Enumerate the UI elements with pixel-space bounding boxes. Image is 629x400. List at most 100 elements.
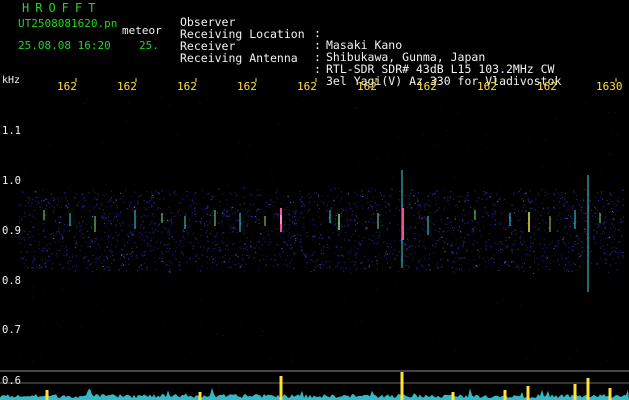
noise-speck bbox=[49, 207, 50, 208]
noise-speck bbox=[18, 357, 20, 359]
noise-speck bbox=[545, 283, 547, 284]
noise-speck bbox=[478, 229, 480, 231]
noise-speck bbox=[213, 195, 215, 197]
noise-speck bbox=[556, 118, 558, 120]
noise-speck bbox=[355, 107, 356, 109]
noise-speck bbox=[340, 288, 342, 290]
noise-speck bbox=[169, 104, 171, 106]
signal-level-strip bbox=[0, 387, 629, 400]
noise-speck bbox=[493, 232, 495, 234]
noise-speck bbox=[202, 121, 204, 123]
noise-speck bbox=[59, 325, 61, 327]
signal-peak bbox=[400, 372, 404, 400]
noise-speck bbox=[103, 256, 104, 258]
noise-speck bbox=[262, 330, 264, 332]
noise-speck bbox=[169, 178, 171, 180]
noise-speck bbox=[589, 227, 590, 228]
noise-speck bbox=[617, 149, 619, 150]
noise-speck bbox=[325, 129, 327, 131]
noise-speck bbox=[99, 273, 101, 274]
noise-band bbox=[18, 187, 625, 274]
noise-speck bbox=[445, 283, 447, 285]
noise-speck bbox=[163, 320, 165, 322]
noise-speck bbox=[612, 336, 613, 338]
noise-speck bbox=[429, 260, 431, 262]
noise-speck bbox=[621, 281, 622, 283]
noise-speck bbox=[502, 292, 504, 294]
noise-speck bbox=[520, 304, 522, 306]
noise-speck bbox=[90, 344, 92, 346]
noise-speck bbox=[28, 131, 30, 133]
noise-speck bbox=[334, 252, 335, 254]
noise-speck bbox=[153, 216, 155, 218]
noise-speck bbox=[609, 176, 611, 178]
noise-speck bbox=[523, 244, 525, 246]
noise-speck bbox=[57, 322, 59, 324]
noise-speck bbox=[222, 335, 224, 336]
noise-speck bbox=[353, 280, 355, 282]
noise-speck bbox=[128, 102, 129, 104]
signal-peak bbox=[573, 384, 577, 400]
noise-speck bbox=[604, 276, 606, 278]
noise-speck bbox=[93, 170, 95, 171]
noise-speck bbox=[607, 111, 609, 113]
noise-speck bbox=[83, 102, 85, 104]
noise-speck bbox=[524, 244, 526, 246]
noise-speck bbox=[558, 325, 560, 327]
noise-speck bbox=[316, 228, 318, 230]
y-tick-label: 0.6 bbox=[2, 375, 21, 387]
hrofft-screen: HROFFT UT2508081620.pn meteor 25.08.08 1… bbox=[0, 0, 629, 400]
noise-speck bbox=[241, 264, 243, 266]
noise-speck bbox=[428, 206, 430, 208]
noise-speck bbox=[276, 201, 278, 203]
y-tick-label: 0.9 bbox=[2, 225, 21, 237]
noise-speck bbox=[590, 220, 592, 222]
noise-speck bbox=[37, 214, 38, 216]
noise-speck bbox=[316, 281, 318, 283]
noise-speck bbox=[308, 222, 310, 224]
noise-speck bbox=[407, 192, 409, 194]
noise-speck bbox=[212, 267, 214, 269]
noise-speck bbox=[290, 359, 292, 361]
noise-speck bbox=[398, 136, 400, 138]
noise-speck bbox=[183, 193, 185, 195]
noise-speck bbox=[132, 251, 134, 253]
noise-speck bbox=[375, 287, 377, 289]
noise-speck bbox=[161, 141, 163, 143]
noise-speck bbox=[251, 232, 253, 234]
noise-speck bbox=[432, 301, 434, 303]
x-tick-label: 162 bbox=[177, 80, 197, 93]
x-tick-label: 162 bbox=[477, 80, 497, 93]
noise-speck bbox=[600, 290, 602, 292]
noise-speck bbox=[32, 286, 34, 288]
noise-speck bbox=[308, 260, 310, 262]
noise-speck bbox=[32, 290, 34, 292]
y-axis-unit: kHz bbox=[2, 75, 21, 86]
noise-speck bbox=[171, 224, 173, 226]
noise-speck bbox=[429, 285, 431, 287]
noise-speck bbox=[62, 288, 64, 290]
noise-speck bbox=[91, 257, 93, 259]
noise-speck bbox=[287, 270, 289, 272]
noise-speck bbox=[540, 282, 542, 284]
noise-speck bbox=[41, 130, 43, 132]
noise-speck bbox=[245, 346, 247, 348]
noise-speck bbox=[414, 217, 415, 219]
noise-speck bbox=[90, 314, 92, 315]
noise-speck bbox=[616, 241, 618, 243]
noise-speck bbox=[279, 106, 281, 108]
noise-speck bbox=[550, 287, 551, 289]
noise-speck bbox=[151, 302, 153, 304]
noise-speck bbox=[225, 199, 227, 201]
noise-speck bbox=[285, 330, 287, 332]
x-tick-label: 162 bbox=[237, 80, 257, 93]
noise-speck bbox=[443, 351, 445, 353]
noise-speck bbox=[600, 170, 602, 172]
noise-speck bbox=[535, 348, 536, 350]
signal-peak bbox=[45, 390, 49, 400]
noise-speck bbox=[142, 291, 144, 293]
y-tick-label: 0.7 bbox=[2, 324, 21, 336]
noise-speck bbox=[406, 349, 407, 351]
noise-speck bbox=[368, 227, 370, 228]
noise-speck bbox=[54, 255, 56, 256]
